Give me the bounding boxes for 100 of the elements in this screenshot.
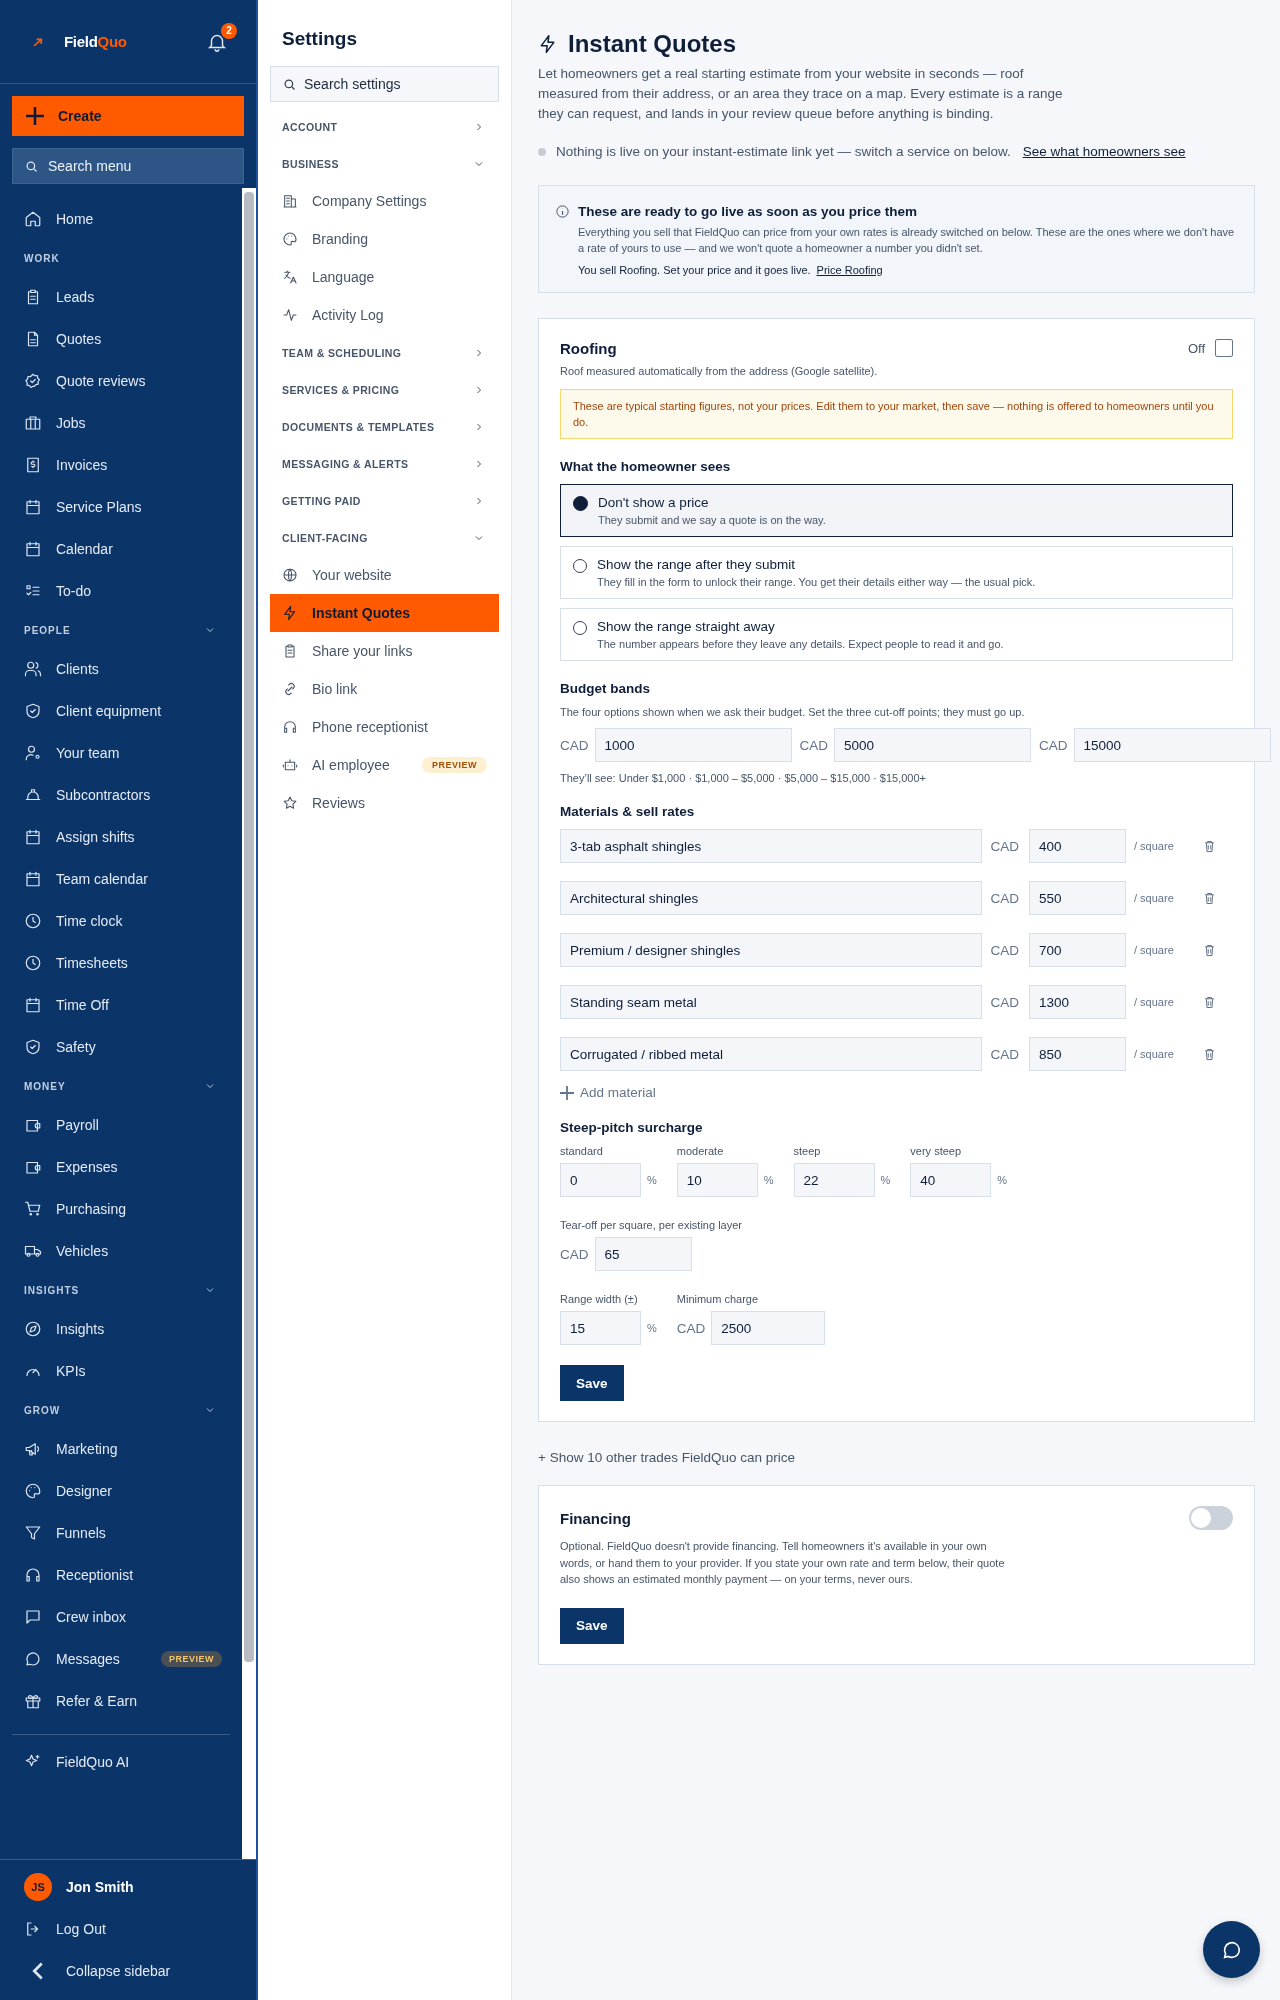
nav-item[interactable]: Your team [0, 732, 242, 774]
surcharge-field[interactable]: 40 [910, 1163, 992, 1197]
cutoff-field[interactable]: 1000 [594, 728, 792, 762]
settings-item[interactable]: AI employee PREVIEW [270, 746, 499, 784]
info-cta-text: You sell Roofing. Set your price and it goes live. [578, 264, 811, 276]
material-name-field[interactable]: Premium / designer shingles [560, 933, 983, 967]
search-menu-field[interactable]: Search menu [12, 148, 244, 184]
minimum-charge-field[interactable]: 2500 [711, 1311, 826, 1345]
scrollbar[interactable] [242, 188, 256, 1859]
save-button[interactable]: Save [560, 1365, 624, 1401]
trash-icon[interactable] [1202, 942, 1217, 958]
nav-item[interactable]: Assign shifts [0, 816, 242, 858]
settings-item[interactable]: Instant Quotes [270, 594, 499, 632]
nav-item[interactable]: Vehicles [0, 1230, 242, 1272]
settings-item[interactable]: Share your links [270, 632, 499, 670]
nav-item[interactable]: Purchasing [0, 1188, 242, 1230]
nav-item[interactable]: Team calendar [0, 858, 242, 900]
group-heading[interactable]: DOCUMENTS & TEMPLATES [282, 420, 435, 433]
price-roofing-link[interactable]: Price Roofing [816, 264, 898, 276]
collapse-sidebar-link[interactable]: Collapse sidebar [0, 1950, 256, 1992]
nav-item[interactable]: Safety [0, 1026, 242, 1068]
group-heading[interactable]: BUSINESS [282, 157, 339, 170]
nav-item[interactable]: Time Off [0, 984, 242, 1026]
nav-item[interactable]: Designer [0, 1470, 242, 1512]
nav-label: Marketing [56, 1441, 118, 1457]
settings-item[interactable]: Phone receptionist [270, 708, 499, 746]
tear-off-field[interactable]: 65 [594, 1237, 692, 1271]
nav-item[interactable]: Time clock [0, 900, 242, 942]
surcharge-field[interactable]: 22 [793, 1163, 875, 1197]
nav-item[interactable]: Refer & Earn [0, 1680, 242, 1722]
nav-item[interactable]: Calendar [0, 528, 242, 570]
trash-icon[interactable] [1202, 838, 1217, 854]
rate-field[interactable]: 700 [1029, 933, 1126, 967]
material-name-field[interactable]: Standing seam metal [560, 985, 983, 1019]
settings-item[interactable]: Your website [270, 556, 499, 594]
surcharge-field[interactable]: 0 [560, 1163, 641, 1197]
nav-item[interactable]: Subcontractors [0, 774, 242, 816]
nav-item[interactable]: Quotes [0, 318, 242, 360]
nav-item[interactable]: Leads [0, 276, 242, 318]
display-option[interactable]: Don't show a price They submit and we say a quote is on the way. [560, 484, 1233, 537]
search-settings-field[interactable]: Search settings [270, 66, 499, 102]
nav-item[interactable]: Home [0, 198, 242, 240]
cutoff-field[interactable]: 5000 [834, 728, 1032, 762]
log-out-link[interactable]: Log Out [0, 1908, 256, 1950]
nav-item[interactable]: Quote reviews [0, 360, 242, 402]
financing-toggle[interactable] [1189, 1506, 1233, 1530]
display-option[interactable]: Show the range after they submit They fill in the form to unlock their range. You get their details either way — the usual pick. [560, 546, 1233, 599]
settings-item[interactable]: Activity Log [270, 296, 499, 334]
nav-item[interactable]: Funnels [0, 1512, 242, 1554]
nav-item[interactable]: Jobs [0, 402, 242, 444]
nav-item[interactable]: Service Plans [0, 486, 242, 528]
rate-field[interactable]: 1300 [1029, 985, 1126, 1019]
nav-item[interactable]: Client equipment [0, 690, 242, 732]
settings-item[interactable]: Bio link [270, 670, 499, 708]
create-button[interactable]: Create [12, 96, 244, 136]
show-more-trades-link[interactable]: + Show 10 other trades FieldQuo can price [538, 1450, 1255, 1465]
trash-icon[interactable] [1202, 1046, 1217, 1062]
see-what-homeowners-see-link[interactable]: See what homeowners see [1022, 144, 1186, 159]
enable-checkbox[interactable] [1215, 339, 1233, 357]
material-name-field[interactable]: 3-tab asphalt shingles [560, 829, 983, 863]
group-heading[interactable]: CLIENT-FACING [282, 531, 368, 544]
radio-button[interactable] [573, 496, 588, 511]
nav-item[interactable]: Messages PREVIEW [0, 1638, 242, 1680]
group-heading[interactable]: ACCOUNT [282, 120, 338, 133]
nav-item[interactable]: Clients [0, 648, 242, 690]
rate-field[interactable]: 850 [1029, 1037, 1126, 1071]
group-heading[interactable]: GETTING PAID [282, 494, 361, 507]
cutoff-field[interactable]: 15000 [1073, 728, 1271, 762]
group-heading[interactable]: SERVICES & PRICING [282, 383, 400, 396]
group-heading[interactable]: TEAM & SCHEDULING [282, 346, 402, 359]
nav-item[interactable]: Expenses [0, 1146, 242, 1188]
nav-item[interactable]: Crew inbox [0, 1596, 242, 1638]
pulse-icon [282, 307, 298, 323]
nav-item[interactable]: To-do [0, 570, 242, 612]
nav-item[interactable]: Invoices [0, 444, 242, 486]
settings-item[interactable]: Company Settings [270, 182, 499, 220]
nav-item[interactable]: Timesheets [0, 942, 242, 984]
nav-item[interactable]: Payroll [0, 1104, 242, 1146]
material-name-field[interactable]: Architectural shingles [560, 881, 983, 915]
nav-item[interactable]: Receptionist [0, 1554, 242, 1596]
nav-item[interactable]: FieldQuo AI [0, 1741, 242, 1783]
nav-item[interactable]: KPIs [0, 1350, 242, 1392]
nav-item[interactable]: Insights [0, 1308, 242, 1350]
surcharge-field[interactable]: 10 [676, 1163, 758, 1197]
rate-field[interactable]: 550 [1029, 881, 1126, 915]
range-width-field[interactable]: 15 [560, 1311, 641, 1345]
trash-icon[interactable] [1202, 994, 1217, 1010]
settings-item[interactable]: Branding [270, 220, 499, 258]
nav-item[interactable]: Marketing [0, 1428, 242, 1470]
save-button[interactable]: Save [560, 1607, 624, 1644]
rate-field[interactable]: 400 [1029, 829, 1126, 863]
add-material-button[interactable]: Add material [560, 1085, 656, 1100]
settings-item[interactable]: Reviews [270, 784, 499, 822]
trash-icon[interactable] [1202, 890, 1217, 906]
settings-item[interactable]: Language [270, 258, 499, 296]
display-option[interactable]: Show the range straight away The number appears before they leave any details. Expect people to read it and go. [560, 608, 1233, 661]
material-name-field[interactable]: Corrugated / ribbed metal [560, 1037, 983, 1071]
user-name[interactable]: Jon Smith [66, 1879, 134, 1895]
section-heading: Budget bands [560, 681, 651, 696]
group-heading[interactable]: MESSAGING & ALERTS [282, 457, 409, 470]
